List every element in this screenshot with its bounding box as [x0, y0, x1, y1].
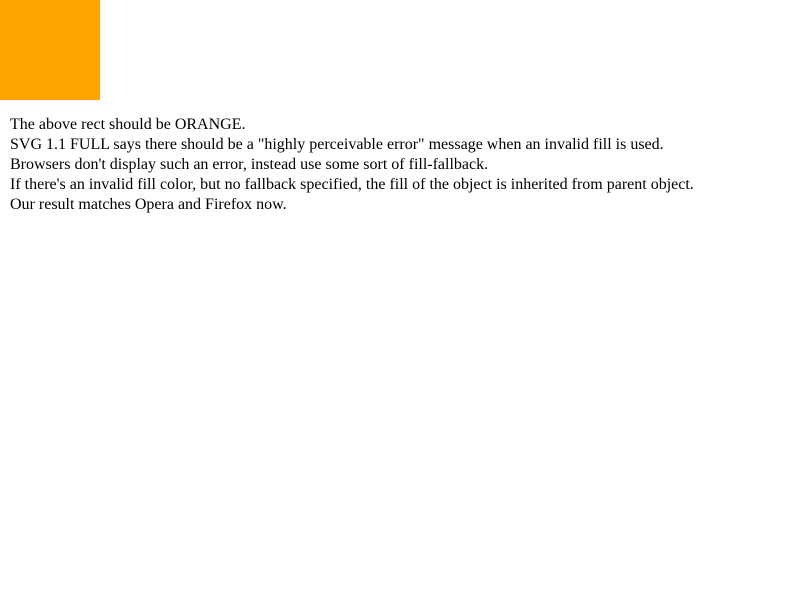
- explanation-text: The above rect should be ORANGE. SVG 1.1…: [10, 115, 790, 215]
- note-line-5: Our result matches Opera and Firefox now…: [10, 196, 287, 213]
- test-rect-shape: [0, 0, 100, 100]
- note-line-4: If there's an invalid fill color, but no…: [10, 176, 694, 193]
- note-line-2: SVG 1.1 FULL says there should be a "hig…: [10, 136, 664, 153]
- note-line-3: Browsers don't display such an error, in…: [10, 156, 489, 173]
- page-canvas: The above rect should be ORANGE. SVG 1.1…: [0, 0, 800, 600]
- orange-test-rect: [0, 0, 100, 100]
- note-line-1: The above rect should be ORANGE.: [10, 116, 246, 133]
